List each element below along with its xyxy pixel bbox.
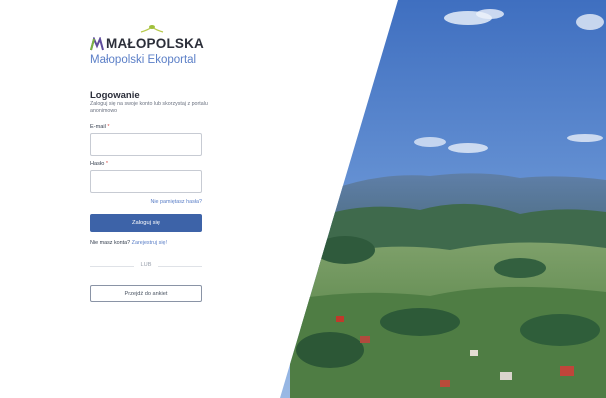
divider-text: LUB bbox=[140, 262, 152, 268]
leaf-sprig-icon bbox=[140, 25, 164, 33]
password-label: Hasło * bbox=[90, 161, 109, 167]
register-link[interactable]: Zarejestruj się! bbox=[132, 240, 167, 246]
malopolska-logo-icon bbox=[90, 37, 104, 51]
or-divider: LUB bbox=[90, 262, 202, 270]
login-page: MAŁOPOLSKA Małopolski Ekoportal Logowani… bbox=[0, 0, 606, 398]
survey-button[interactable]: Przejdź do ankiet bbox=[90, 285, 202, 302]
email-label: E-mail * bbox=[90, 124, 110, 130]
forgot-password-link[interactable]: Nie pamiętasz hasła? bbox=[90, 199, 202, 205]
no-account-row: Nie masz konta? Zarejestruj się! bbox=[90, 240, 167, 246]
no-account-text: Nie masz konta? bbox=[90, 240, 131, 246]
brand-name: MAŁOPOLSKA bbox=[106, 36, 204, 51]
brand-subtitle: Małopolski Ekoportal bbox=[90, 54, 197, 66]
brand-logo: MAŁOPOLSKA Małopolski Ekoportal bbox=[90, 24, 220, 74]
login-button[interactable]: Zaloguj się bbox=[90, 214, 202, 232]
login-title: Logowanie bbox=[90, 90, 140, 101]
divider-line-right bbox=[158, 266, 202, 267]
login-description: Zaloguj się na swoje konto lub skorzysta… bbox=[90, 101, 208, 114]
email-field[interactable] bbox=[90, 133, 202, 156]
password-field[interactable] bbox=[90, 170, 202, 193]
